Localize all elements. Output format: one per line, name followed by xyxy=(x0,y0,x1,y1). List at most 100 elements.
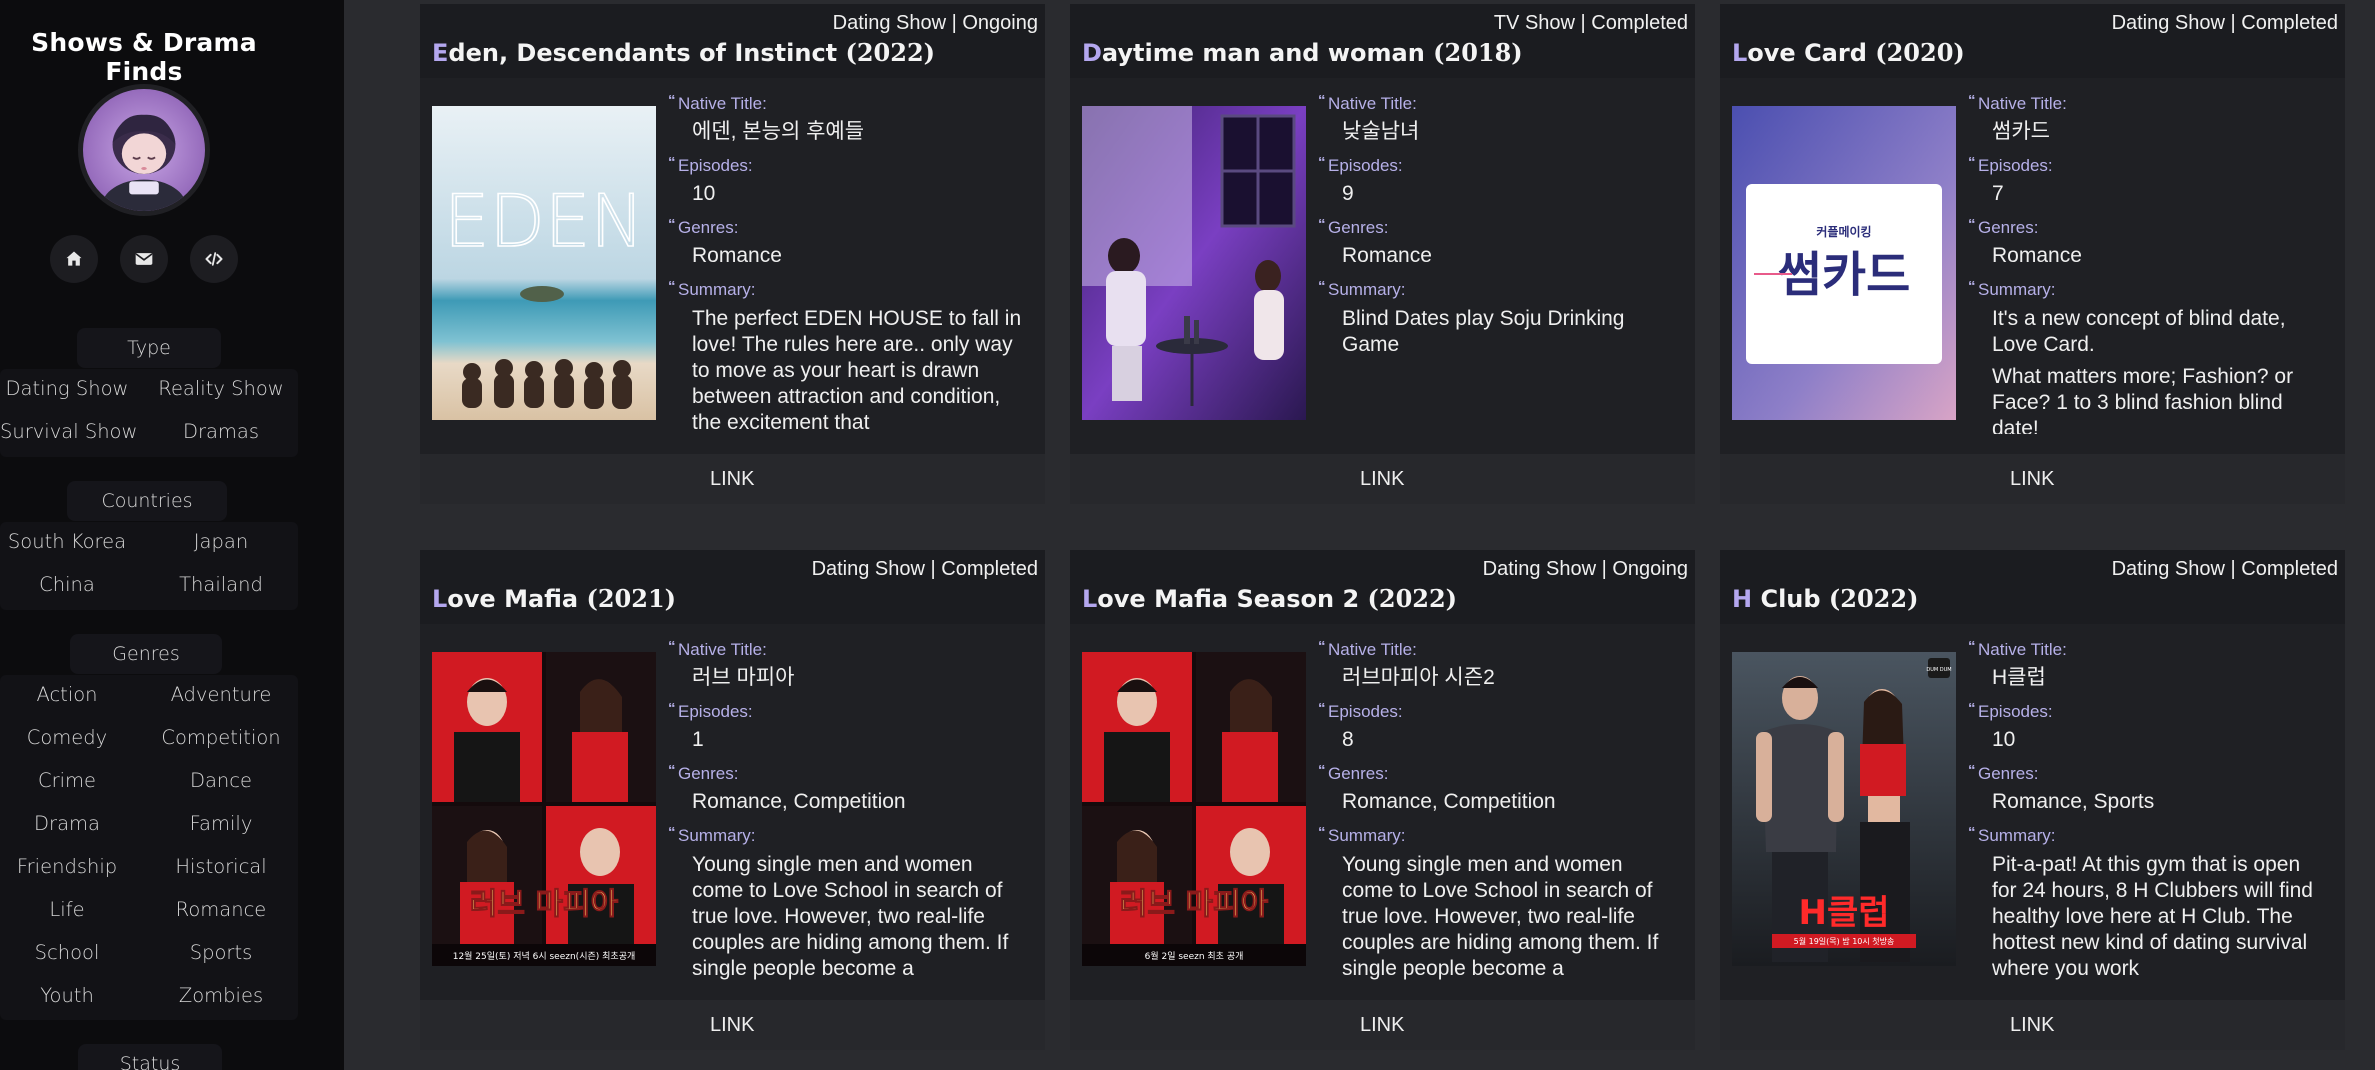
genres-value: Romance, Competition xyxy=(692,790,906,813)
card-info: Native Title: H클럽 Episodes: 10 Genres: R… xyxy=(1968,638,2338,980)
show-link-button[interactable]: LINK xyxy=(1070,454,1695,504)
card-header: TV Show | Completed Daytime man and woma… xyxy=(1070,4,1695,78)
genres-label: Genres: xyxy=(1968,759,2338,786)
poster-title: H클럽 xyxy=(1798,893,1889,933)
filter-dance[interactable]: Dance xyxy=(154,761,288,801)
poster-image: DUM DUM H클럽 5월 19일(목) 밤 10시 첫방송 xyxy=(1732,652,1956,966)
filter-family[interactable]: Family xyxy=(154,804,288,844)
eden-poster: EDEN xyxy=(432,106,656,420)
show-card: Dating Show | Ongoing Love Mafia Season … xyxy=(1070,550,1695,1050)
filter-youth[interactable]: Youth xyxy=(0,976,134,1016)
summary-label: Summary: xyxy=(1318,275,1688,302)
filter-friendship[interactable]: Friendship xyxy=(0,847,134,887)
summary-text: Blind Dates play Soju Drinking Game xyxy=(1318,306,1688,358)
card-meta: Dating Show | Ongoing xyxy=(832,12,1038,34)
filter-comedy[interactable]: Comedy xyxy=(0,718,134,758)
title-initial: L xyxy=(432,585,448,613)
poster-subtitle: 커플메이킹 xyxy=(1816,224,1871,239)
code-icon xyxy=(205,252,223,266)
title-initial: L xyxy=(1082,585,1098,613)
show-link-button[interactable]: LINK xyxy=(420,1000,1045,1050)
poster-image: 러브 마피아 12월 25일(토) 저녁 6시 seezn(시즌) 최초공개 xyxy=(432,652,656,966)
title-year: (2021) xyxy=(586,584,676,613)
poster-image xyxy=(1082,106,1306,420)
card-info: Native Title: 썸카드 Episodes: 7 Genres: Ro… xyxy=(1968,92,2338,434)
genres-label: Genres: xyxy=(668,759,1038,786)
countries-section-title: Countries xyxy=(67,481,227,521)
filter-dramas[interactable]: Dramas xyxy=(154,412,288,452)
filter-reality-show[interactable]: Reality Show xyxy=(154,369,288,409)
code-button[interactable] xyxy=(190,235,238,283)
native-title-label: Native Title: xyxy=(1968,92,2338,116)
filter-japan[interactable]: Japan xyxy=(154,522,288,562)
card-info: Native Title: 에덴, 본능의 후예들 Episodes: 10 G… xyxy=(668,92,1038,434)
filter-survival-show[interactable]: Survival Show xyxy=(0,412,137,452)
genres-filter-list: Action Adventure Comedy Competition Crim… xyxy=(0,675,298,1020)
mail-button[interactable] xyxy=(120,235,168,283)
show-link-button[interactable]: LINK xyxy=(1070,1000,1695,1050)
card-header: Dating Show | Completed Love Mafia (2021… xyxy=(420,550,1045,624)
love-card-poster: 커플메이킹 썸카드 xyxy=(1732,106,1956,420)
title-initial: H xyxy=(1732,585,1753,613)
show-link-button[interactable]: LINK xyxy=(1720,1000,2345,1050)
show-card: Dating Show | Completed H Club (2022) DU… xyxy=(1720,550,2345,1050)
filter-sports[interactable]: Sports xyxy=(154,933,288,973)
title-rest: aytime man and woman xyxy=(1101,39,1425,67)
home-button[interactable] xyxy=(50,235,98,283)
poster-image: 커플메이킹 썸카드 xyxy=(1732,106,1956,420)
title-rest: den, Descendants of Instinct xyxy=(448,39,838,67)
poster-caption: 5월 19일(목) 밤 10시 첫방송 xyxy=(1794,936,1895,946)
h-club-poster: DUM DUM H클럽 5월 19일(목) 밤 10시 첫방송 xyxy=(1732,652,1956,966)
type-section-title: Type xyxy=(77,328,221,368)
summary-paragraph: What matters more; Fashion? or Face? 1 t… xyxy=(1992,365,2294,434)
show-link-button[interactable]: LINK xyxy=(420,454,1045,504)
filter-adventure[interactable]: Adventure xyxy=(154,675,288,715)
filter-action[interactable]: Action xyxy=(0,675,134,715)
filter-dating-show[interactable]: Dating Show xyxy=(0,369,134,409)
episodes-value: 9 xyxy=(1342,182,1354,205)
filter-crime[interactable]: Crime xyxy=(0,761,134,801)
card-title: Daytime man and woman (2018) xyxy=(1082,38,1523,67)
filter-drama[interactable]: Drama xyxy=(0,804,134,844)
episodes-value: 10 xyxy=(692,182,716,205)
episodes-label: Episodes: xyxy=(1968,697,2338,724)
summary-label: Summary: xyxy=(1968,821,2338,848)
filter-south-korea[interactable]: South Korea xyxy=(0,522,134,562)
summary-text: The perfect EDEN HOUSE to fall in love! … xyxy=(668,306,1038,434)
card-title: H Club (2022) xyxy=(1732,584,1918,613)
native-title-label: Native Title: xyxy=(1318,638,1688,662)
card-header: Dating Show | Ongoing Love Mafia Season … xyxy=(1070,550,1695,624)
native-title-label: Native Title: xyxy=(1318,92,1688,116)
avatar xyxy=(78,84,210,216)
filter-romance[interactable]: Romance xyxy=(154,890,288,930)
app: Shows & Drama Finds Type Dating Show Rea… xyxy=(0,0,2375,1070)
native-title-value: 러브 마피아 xyxy=(692,666,795,689)
show-link-button[interactable]: LINK xyxy=(1720,454,2345,504)
filter-zombies[interactable]: Zombies xyxy=(154,976,288,1016)
filter-life[interactable]: Life xyxy=(0,890,134,930)
filter-school[interactable]: School xyxy=(0,933,134,973)
title-year: (2022) xyxy=(845,38,936,67)
card-meta: TV Show | Completed xyxy=(1493,12,1688,34)
card-meta: Dating Show | Completed xyxy=(2111,558,2338,580)
title-initial: E xyxy=(432,39,449,67)
filter-historical[interactable]: Historical xyxy=(154,847,288,887)
daytime-poster xyxy=(1082,106,1306,420)
poster-title: 썸카드 xyxy=(1778,247,1910,303)
filter-thailand[interactable]: Thailand xyxy=(154,565,288,605)
summary-label: Summary: xyxy=(668,821,1038,848)
genres-value: Romance xyxy=(1342,244,1432,267)
poster-image: EDEN xyxy=(432,106,656,420)
title-initial: L xyxy=(1732,39,1748,67)
summary-label: Summary: xyxy=(1318,821,1688,848)
filter-china[interactable]: China xyxy=(0,565,134,605)
card-meta: Dating Show | Ongoing xyxy=(1482,558,1688,580)
genres-value: Romance xyxy=(1992,244,2082,267)
episodes-value: 8 xyxy=(1342,728,1354,751)
title-rest: ove Mafia Season 2 xyxy=(1097,585,1360,613)
filter-competition[interactable]: Competition xyxy=(154,718,288,758)
genres-value: Romance, Sports xyxy=(1992,790,2155,813)
summary-text: It's a new concept of blind date, Love C… xyxy=(1968,306,2338,434)
poster-image: 러브 마피아 6월 2일 seezn 최초 공개 xyxy=(1082,652,1306,966)
love-mafia-season-2-poster: 러브 마피아 6월 2일 seezn 최초 공개 xyxy=(1082,652,1306,966)
